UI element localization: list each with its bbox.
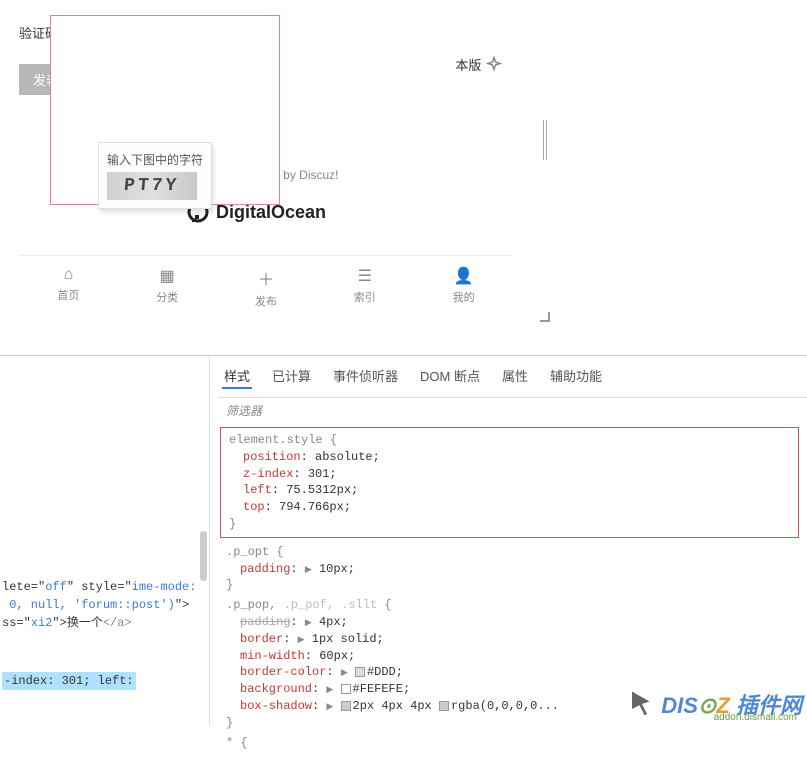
watermark-url: addon.dismall.com [714,712,797,723]
tab-computed[interactable]: 已计算 [270,364,313,389]
tab-styles[interactable]: 样式 [222,364,252,389]
nav-index[interactable]: ☰ 索引 [315,256,414,317]
grid-icon: ▦ [118,266,217,286]
nav-mine[interactable]: 👤 我的 [414,256,513,317]
css-rule-p-opt[interactable]: .p_opt { padding: ▶ 10px; } [226,544,799,594]
user-icon: 👤 [414,266,513,286]
html-source[interactable]: lete="off" style="ime-mode: 0, null, 'fo… [0,576,198,692]
home-icon: ⌂ [19,266,118,284]
tab-dom-breakpoints[interactable]: DOM 断点 [418,364,482,389]
nav-home[interactable]: ⌂ 首页 [19,256,118,317]
captcha-image[interactable]: PT7Y [107,172,197,200]
rocket-icon [485,56,503,77]
css-rule-universal[interactable]: * { [226,735,799,752]
nav-publish[interactable]: ＋ 发布 [217,256,316,317]
devtools-panel: lete="off" style="ime-mode: 0, null, 'fo… [0,355,807,725]
tab-properties[interactable]: 属性 [500,364,530,389]
tab-accessibility[interactable]: 辅助功能 [548,364,604,389]
tab-event-listeners[interactable]: 事件侦听器 [331,364,400,389]
captcha-popup: 输入下图中的字符 PT7Y [50,15,280,205]
nav-category[interactable]: ▦ 分类 [118,256,217,317]
cursor-icon [627,689,657,719]
css-rule-element-style[interactable]: element.style { position: absolute; z-in… [220,427,799,538]
horizontal-resize-handle[interactable] [245,310,295,314]
plus-icon: ＋ [217,266,316,290]
captcha-hint: 输入下图中的字符 [107,151,203,168]
bottom-nav: ⌂ 首页 ▦ 分类 ＋ 发布 ☰ 索引 👤 我的 [19,255,513,317]
scrollbar[interactable] [200,531,207,581]
devtools-tabs: 样式 已计算 事件侦听器 DOM 断点 属性 辅助功能 [218,356,807,398]
list-icon: ☰ [315,266,414,286]
section-label: 本版 [455,55,503,77]
styles-filter[interactable]: 筛选器 [218,398,807,423]
vertical-resize-handle[interactable] [543,120,547,160]
corner-resize-handle[interactable] [538,310,550,322]
